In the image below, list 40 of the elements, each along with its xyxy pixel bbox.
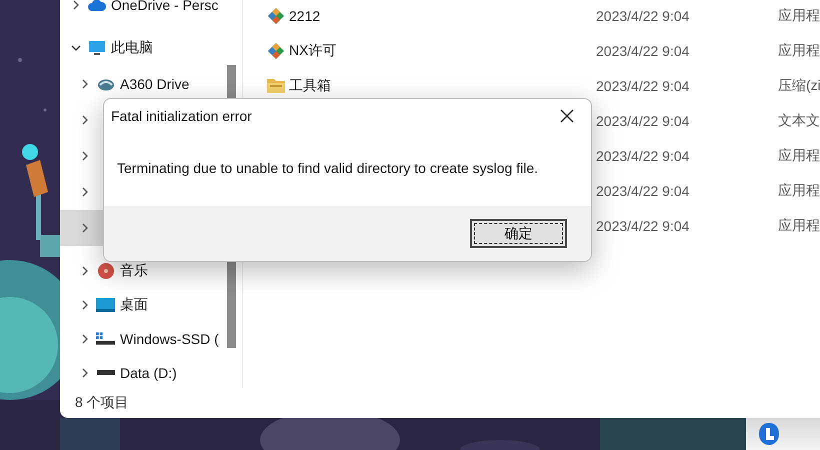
file-name[interactable]: 工具箱 (289, 76, 331, 94)
date-modified: 2023/4/22 9:04 (596, 148, 690, 164)
file-type: 应用程 (778, 146, 820, 164)
sidebar-item[interactable]: 桌面 (120, 296, 148, 314)
sidebar-item[interactable]: Windows-SSD ( (120, 331, 219, 347)
screen-icon (96, 298, 115, 312)
ok-button[interactable]: 确定 (470, 219, 567, 248)
file-type: 文本文 (778, 112, 820, 130)
file-type: 压缩(zi (778, 76, 820, 94)
date-modified: 2023/4/22 9:04 (596, 78, 690, 94)
drive-icon (96, 332, 115, 346)
file-type: 应用程 (778, 6, 820, 24)
date-modified: 2023/4/22 9:04 (596, 112, 690, 128)
sidebar-item[interactable]: 音乐 (120, 262, 148, 280)
file-type: 应用程 (778, 216, 820, 234)
date-modified: 2023/4/22 9:04 (596, 182, 690, 198)
drive-icon (96, 370, 114, 376)
disc-icon (96, 262, 114, 280)
item-count: 8 个项目 (75, 394, 129, 412)
app-icon (266, 6, 284, 24)
date-modified: 2023/4/22 9:04 (596, 8, 690, 24)
monitor-icon (88, 40, 106, 56)
date-modified: 2023/4/22 9:04 (596, 218, 690, 234)
folder-icon (266, 78, 284, 93)
file-type: 应用程 (778, 182, 820, 200)
sidebar-item[interactable]: 此电脑 (111, 39, 153, 57)
sidebar-item[interactable]: OneDrive - Persc (111, 0, 218, 13)
date-modified: 2023/4/22 9:04 (596, 42, 690, 58)
close-icon (560, 109, 574, 123)
sidebar-item[interactable]: Data (D:) (120, 365, 177, 381)
drive-icon (96, 77, 114, 91)
sidebar-item[interactable]: A360 Drive (120, 76, 190, 92)
error-message: Terminating due to unable to find valid directory to create syslog file. (117, 160, 538, 176)
dialog-title: Fatal initialization error (111, 108, 252, 124)
cloud-icon (88, 0, 106, 12)
app-icon[interactable] (758, 422, 780, 446)
file-name[interactable]: NX许可 (289, 42, 336, 60)
app-icon (266, 42, 284, 60)
file-name[interactable]: 2212 (289, 8, 320, 24)
file-type: 应用程 (778, 42, 820, 60)
